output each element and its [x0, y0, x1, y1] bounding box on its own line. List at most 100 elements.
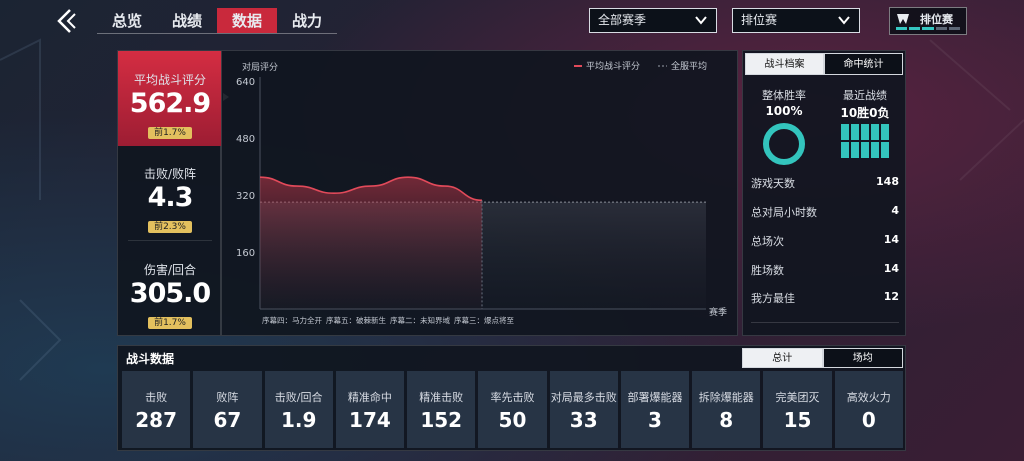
win-marker: [881, 142, 889, 158]
stat-value: 4.3: [147, 182, 194, 213]
x-axis-label: 赛季: [709, 306, 727, 318]
battle-data-title: 战斗数据: [126, 352, 175, 366]
stat-value: 562.9: [129, 88, 211, 119]
battle-stat-card[interactable]: 击败 287: [122, 371, 191, 448]
win-marker: [851, 142, 859, 158]
stat-kd[interactable]: 击败/败阵 4.3 前2.3%: [118, 165, 222, 233]
winrate-ring: [763, 123, 805, 165]
card-label: 高效火力: [846, 391, 891, 404]
winrate-label: 整体胜率: [762, 89, 806, 102]
legend-label: 平均战斗评分: [586, 60, 640, 72]
card-value: 0: [861, 408, 876, 432]
season-label: 序幕四：马力全开: [262, 315, 322, 325]
y-axis-label: 对局评分: [242, 61, 278, 73]
row-value: 4: [891, 204, 899, 217]
tab-combat-profile[interactable]: 战斗档案: [745, 53, 824, 75]
rank-mode-badge[interactable]: 排位赛: [889, 7, 967, 35]
season-select[interactable]: 全部赛季: [589, 8, 717, 33]
stat-value: 305.0: [129, 278, 211, 309]
rank-progress-bar: [896, 27, 961, 30]
battle-stat-card[interactable]: 对局最多击败 33: [549, 371, 618, 448]
y-tick-label: 160: [236, 248, 255, 259]
stat-avg-combat-score[interactable]: 平均战斗评分 562.9 前1.7%: [118, 51, 229, 146]
battle-stat-card[interactable]: 部署爆能器 3: [620, 371, 690, 448]
battle-data-panel: 战斗数据 总计 场均 击败 287 败阵 67 击败/回合 1.9 精准命中 174 精准击败 1…: [117, 345, 906, 451]
chevron-down-icon: [838, 16, 850, 25]
season-select-value: 全部赛季: [598, 13, 647, 27]
row-value: 14: [883, 233, 899, 246]
battle-stat-card[interactable]: 率先击败 50: [478, 371, 547, 448]
score-area: [260, 177, 482, 309]
row-matches: 总场次 14: [751, 233, 899, 253]
side-tabs: 战斗档案 命中统计: [745, 53, 903, 75]
main-tabs: 总览 战绩 数据 战力: [97, 8, 337, 34]
card-label: 对局最多击败: [550, 391, 617, 404]
battle-stat-card[interactable]: 败阵 67: [193, 371, 262, 448]
row-play-days: 游戏天数 148: [751, 175, 899, 195]
rank-percent-badge: 前1.7%: [148, 127, 192, 139]
win-marker: [871, 124, 879, 140]
row-hours: 总对局小时数 4: [751, 204, 899, 224]
divider: [128, 240, 212, 241]
tab-data[interactable]: 数据: [217, 8, 277, 33]
row-team-best: 我方最佳 12: [751, 290, 899, 310]
battle-stat-card[interactable]: 精准命中 174: [335, 371, 405, 448]
rank-percent-badge: 前2.3%: [148, 221, 192, 233]
recent-results-grid: [841, 124, 889, 158]
battle-stat-card[interactable]: 高效火力 0: [834, 371, 903, 448]
card-value: 287: [135, 408, 177, 432]
win-marker: [841, 142, 849, 158]
tab-record[interactable]: 战绩: [157, 8, 217, 33]
win-marker: [861, 124, 869, 140]
season-label: 序幕三：爆点将至: [454, 315, 514, 325]
battle-stat-card[interactable]: 精准击败 152: [407, 371, 476, 448]
card-value: 50: [498, 408, 527, 432]
row-value: 12: [883, 290, 899, 303]
rank-emblem-icon: [897, 14, 909, 24]
win-marker: [861, 142, 869, 158]
row-wins: 胜场数 14: [751, 262, 899, 282]
recent-label: 最近战绩: [843, 89, 887, 102]
tab-overview[interactable]: 总览: [97, 8, 157, 33]
key-stats-panel: 平均战斗评分 562.9 前1.7% 击败/败阵 4.3 前2.3% 伤害/回合…: [117, 50, 229, 336]
card-value: 1.9: [280, 408, 317, 432]
battle-tabs: 总计 场均: [742, 348, 903, 368]
card-label: 精准命中: [347, 391, 392, 404]
tab-hit-stats[interactable]: 命中统计: [824, 53, 903, 75]
card-label: 率先击败: [490, 391, 535, 404]
overview: 整体胜率 100% 最近战绩 10胜0负: [743, 87, 905, 167]
card-value: 3: [648, 408, 662, 432]
row-label: 总对局小时数: [751, 206, 817, 219]
back-button[interactable]: [54, 8, 80, 34]
combat-profile-panel: 战斗档案 命中统计 整体胜率 100% 最近战绩 10胜0负 游戏天数 148 总…: [742, 50, 906, 336]
recent-block: 最近战绩 10胜0负: [830, 87, 900, 121]
back-arrow-icon: [57, 9, 76, 33]
tab-per-match[interactable]: 场均: [822, 348, 903, 368]
divider: [751, 322, 899, 323]
battle-stat-card[interactable]: 完美团灭 15: [763, 371, 832, 448]
card-label: 精准击败: [419, 391, 464, 404]
tab-power[interactable]: 战力: [277, 8, 337, 33]
stat-label: 平均战斗评分: [133, 73, 206, 87]
tab-total[interactable]: 总计: [742, 348, 823, 368]
row-label: 总场次: [751, 235, 784, 248]
card-value: 33: [569, 408, 598, 432]
battle-stat-card[interactable]: 拆除爆能器 8: [692, 371, 761, 448]
win-marker: [871, 142, 879, 158]
y-tick-label: 480: [236, 134, 255, 145]
stat-label: 伤害/回合: [143, 263, 197, 277]
card-value: 15: [783, 408, 812, 432]
chevron-down-icon: [695, 16, 707, 25]
card-label: 拆除爆能器: [698, 391, 754, 404]
card-label: 完美团灭: [775, 391, 820, 404]
card-label: 击败: [145, 391, 168, 404]
rank-percent-badge: 前1.7%: [148, 317, 192, 329]
win-marker: [841, 124, 849, 140]
mode-select[interactable]: 排位赛: [732, 8, 860, 33]
stat-damage-per-round[interactable]: 伤害/回合 305.0 前1.7%: [118, 261, 222, 329]
season-label: 序幕五：破棘新生: [326, 315, 386, 325]
win-marker: [881, 124, 889, 140]
card-value: 8: [719, 408, 734, 432]
battle-stat-card[interactable]: 击败/回合 1.9: [264, 371, 333, 448]
card-value: 67: [213, 408, 242, 432]
